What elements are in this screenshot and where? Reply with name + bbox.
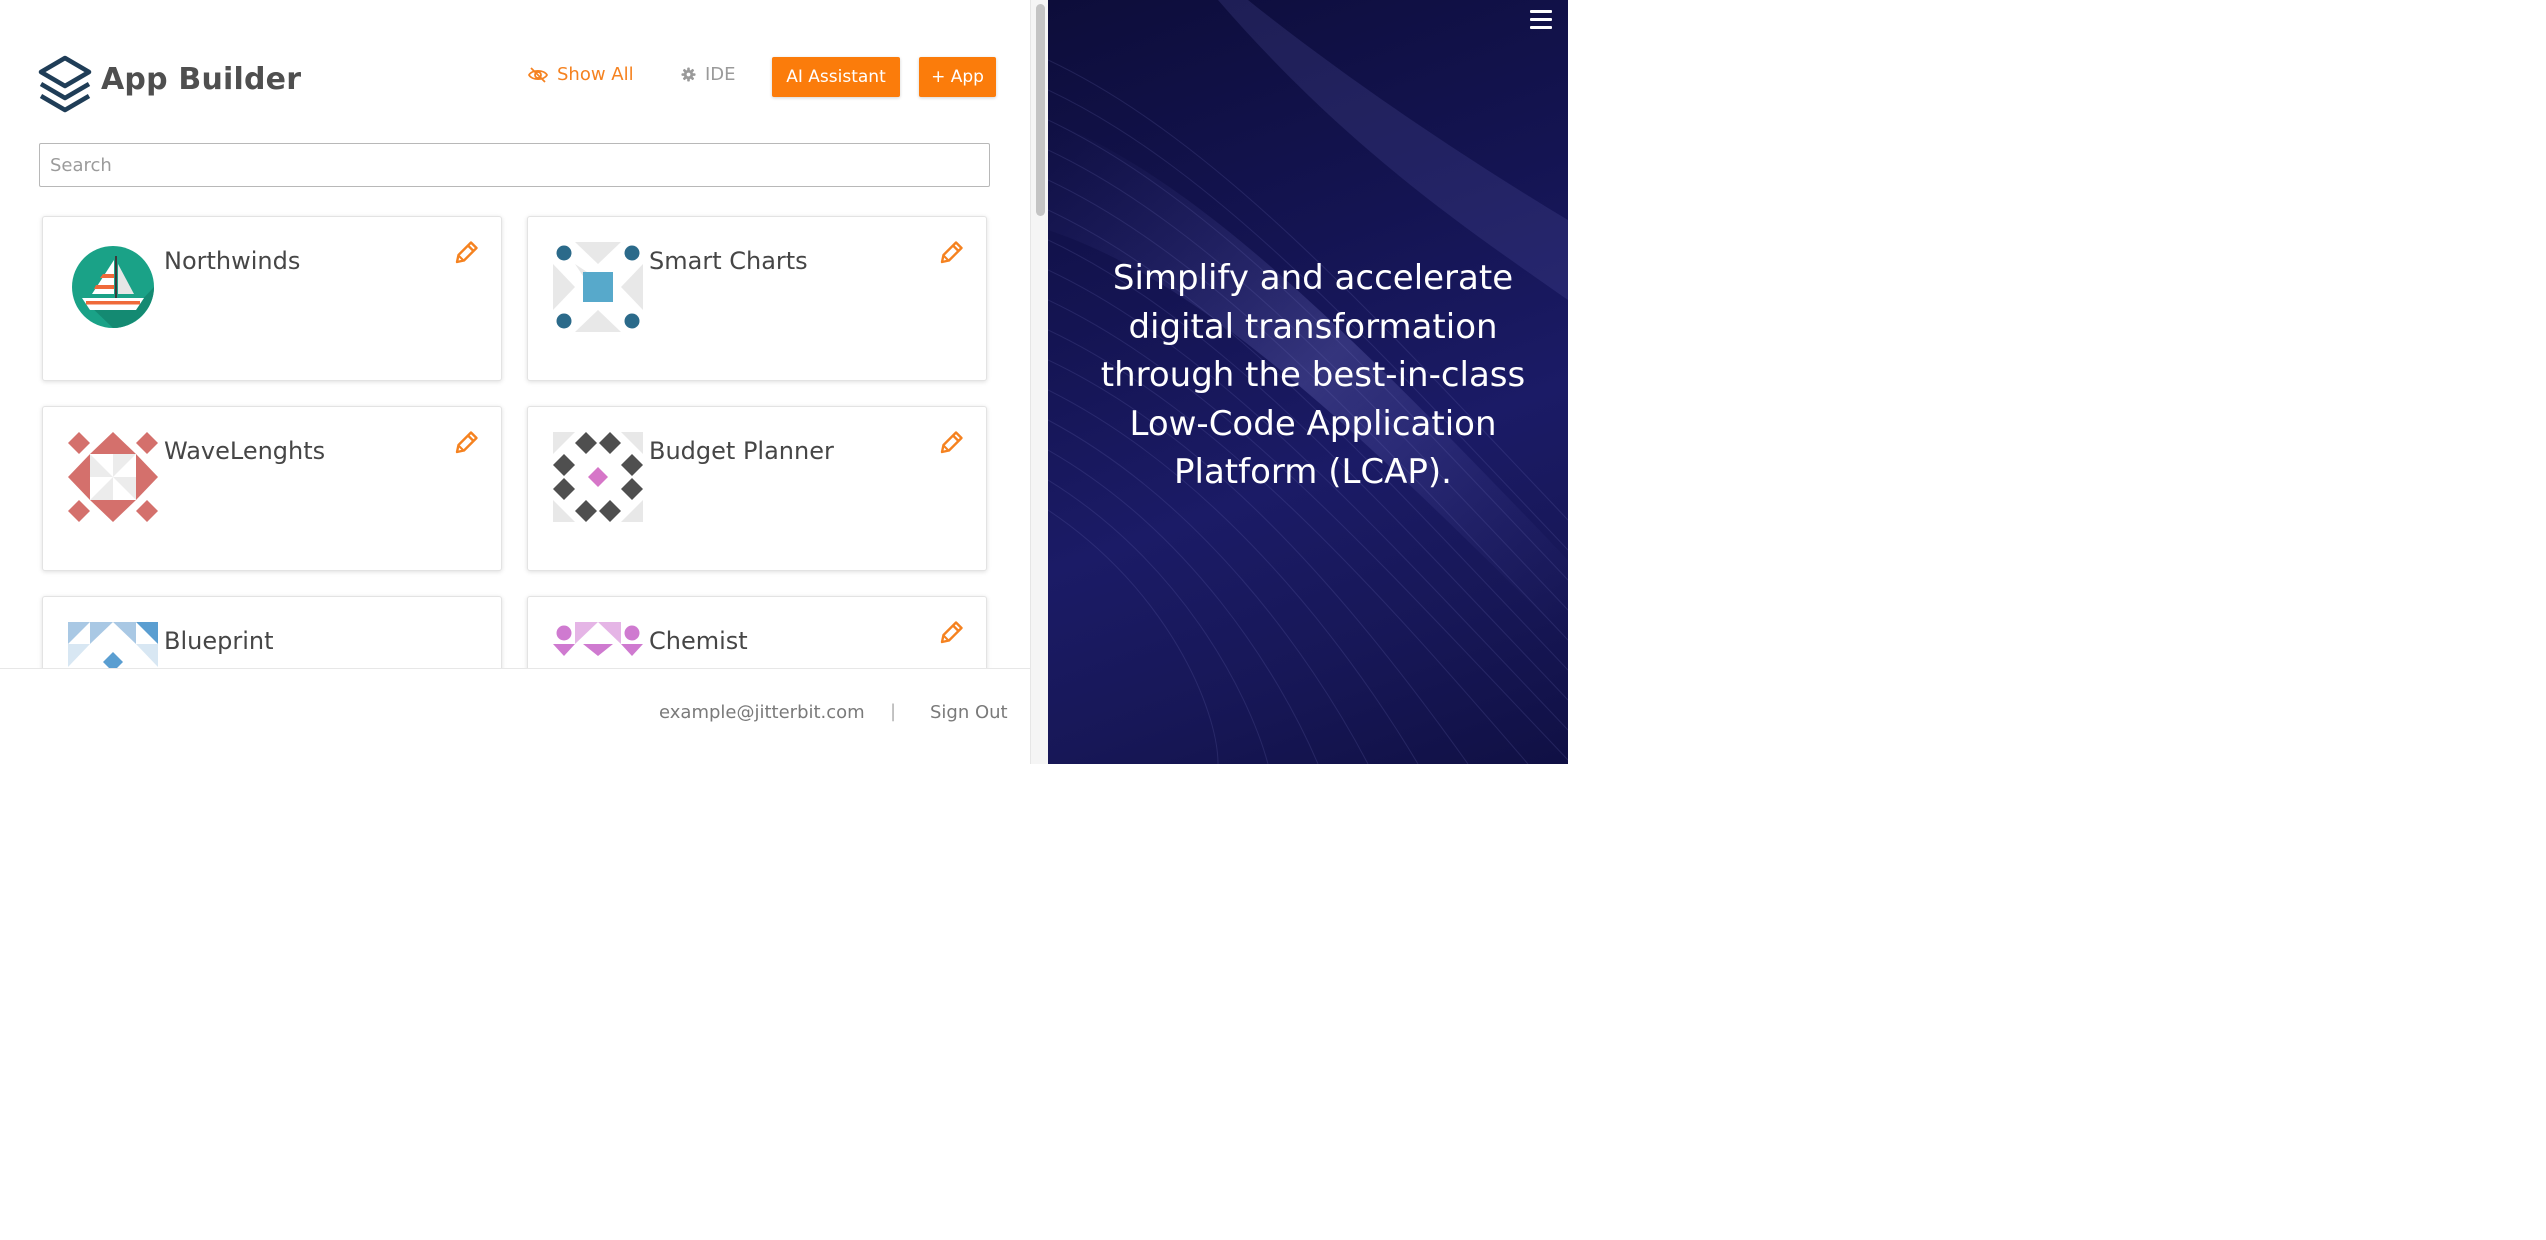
show-all-label: Show All: [557, 64, 634, 85]
app-card-name: Budget Planner: [649, 437, 834, 465]
identicon-gray-icon: [553, 432, 643, 522]
app-card-budget-planner[interactable]: Budget Planner: [527, 406, 987, 571]
pencil-icon[interactable]: [938, 238, 964, 266]
search-input[interactable]: [39, 143, 990, 187]
pencil-icon[interactable]: [453, 428, 479, 456]
add-app-button[interactable]: + App: [919, 57, 996, 97]
user-email: example@jitterbit.com: [659, 702, 865, 723]
app-card-name: WaveLenghts: [164, 437, 326, 465]
footer-separator: |: [890, 701, 897, 722]
hamburger-menu-icon[interactable]: [1530, 10, 1552, 32]
sailboat-icon: [72, 246, 154, 328]
app-card-name: Blueprint: [164, 627, 274, 655]
gear-icon: [681, 67, 696, 82]
page-title: App Builder: [101, 62, 302, 97]
ide-button[interactable]: IDE: [681, 64, 736, 85]
promo-tagline: Simplify and accelerate digital transfor…: [1100, 258, 1526, 492]
app-list-scrollbar[interactable]: [1030, 0, 1048, 764]
ide-label: IDE: [705, 64, 736, 85]
promo-panel: Simplify and accelerate digital transfor…: [1048, 0, 1568, 764]
app-card-name: Smart Charts: [649, 247, 808, 275]
app-card-name: Northwinds: [164, 247, 301, 275]
ai-assistant-button[interactable]: AI Assistant: [772, 57, 900, 97]
eye-slash-icon: [528, 66, 548, 83]
pencil-icon[interactable]: [453, 238, 479, 266]
show-all-button[interactable]: Show All: [528, 64, 634, 85]
app-card-name: Chemist: [649, 627, 748, 655]
app-card-northwinds[interactable]: Northwinds: [42, 216, 502, 381]
sign-out-link[interactable]: Sign Out: [930, 702, 1008, 723]
scrollbar-thumb[interactable]: [1036, 4, 1045, 216]
app-builder-logo-icon: [38, 55, 92, 113]
identicon-blue-icon: [553, 242, 643, 332]
app-card-wavelenghts[interactable]: WaveLenghts: [42, 406, 502, 571]
app-list-panel: App Builder Show All IDE AI Assistant + …: [0, 0, 1030, 764]
pencil-icon[interactable]: [938, 618, 964, 646]
app-card-smart-charts[interactable]: Smart Charts: [527, 216, 987, 381]
pencil-icon[interactable]: [938, 428, 964, 456]
footer-bar: example@jitterbit.com | Sign Out: [0, 668, 1030, 764]
identicon-red-icon: [68, 432, 158, 522]
